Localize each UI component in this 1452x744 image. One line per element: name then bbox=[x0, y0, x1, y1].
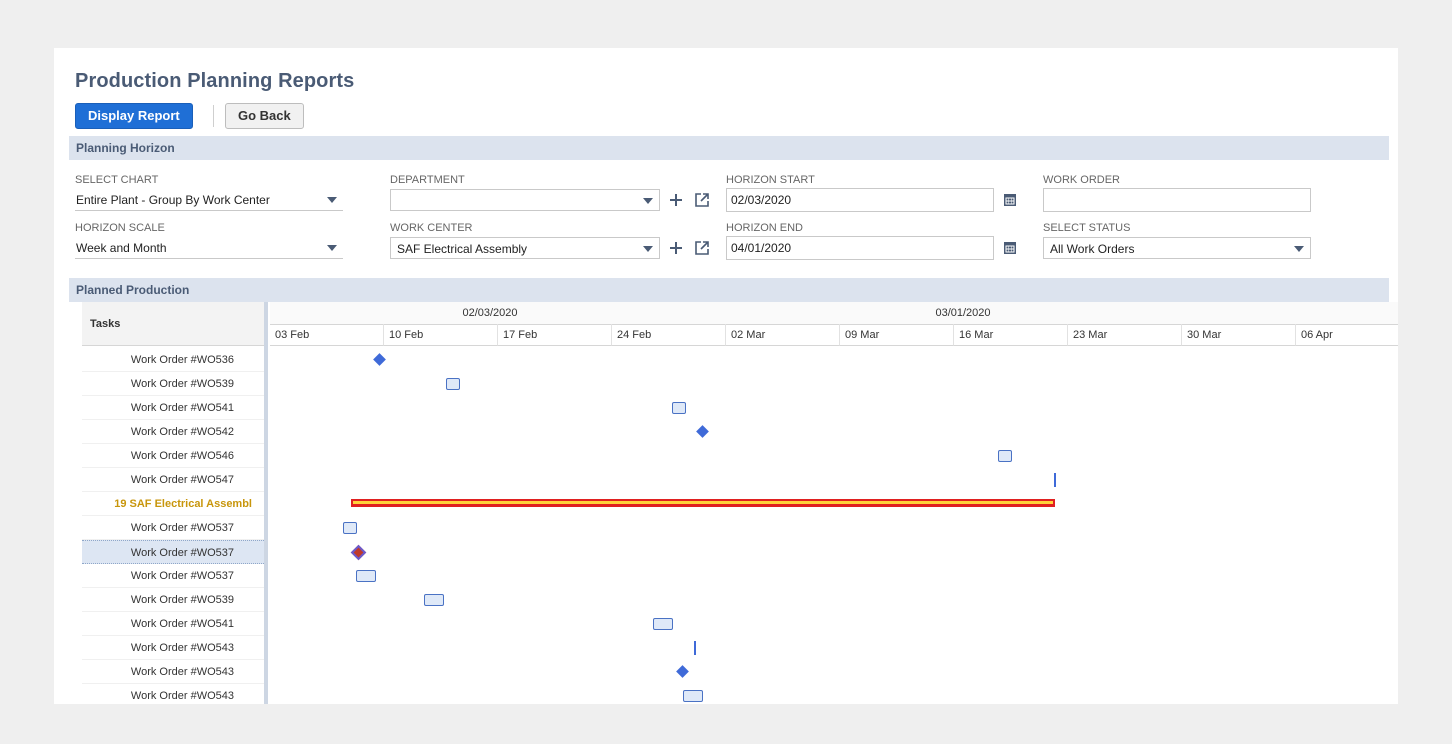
open-external-icon[interactable] bbox=[694, 240, 710, 256]
task-bar[interactable] bbox=[343, 522, 357, 534]
week-header-cell: 02 Mar bbox=[726, 324, 840, 346]
calendar-icon[interactable] bbox=[1004, 242, 1016, 254]
summary-bar[interactable] bbox=[351, 499, 1055, 507]
task-tick[interactable] bbox=[1054, 473, 1056, 487]
planned-production-header[interactable]: Planned Production bbox=[69, 278, 1389, 302]
week-header-cell: 03 Feb bbox=[270, 324, 384, 346]
task-bar[interactable] bbox=[446, 378, 460, 390]
work-center-value: SAF Electrical Assembly bbox=[397, 242, 528, 256]
add-icon[interactable] bbox=[668, 240, 684, 256]
task-row[interactable]: Work Order #WO543 bbox=[82, 660, 264, 684]
task-bar[interactable] bbox=[424, 594, 444, 606]
task-bar[interactable] bbox=[672, 402, 686, 414]
work-order-input[interactable] bbox=[1043, 188, 1311, 212]
task-row[interactable]: Work Order #WO536 bbox=[82, 348, 264, 372]
select-status-dropdown[interactable]: All Work Orders bbox=[1043, 237, 1311, 259]
timeline-body bbox=[270, 347, 1398, 704]
department-label: DEPARTMENT bbox=[390, 174, 465, 186]
milestone-marker[interactable] bbox=[373, 353, 386, 366]
horizon-end-label: HORIZON END bbox=[726, 222, 803, 234]
select-status-label: SELECT STATUS bbox=[1043, 222, 1131, 234]
milestone-marker[interactable] bbox=[696, 425, 709, 438]
task-row[interactable]: Work Order #WO537 bbox=[82, 564, 264, 588]
chevron-down-icon bbox=[1294, 246, 1304, 252]
task-bar[interactable] bbox=[998, 450, 1012, 462]
department-dropdown[interactable] bbox=[390, 189, 660, 211]
task-row[interactable]: Work Order #WO547 bbox=[82, 468, 264, 492]
task-row[interactable]: Work Order #WO539 bbox=[82, 588, 264, 612]
week-header-cell: 09 Mar bbox=[840, 324, 954, 346]
task-bar[interactable] bbox=[356, 570, 376, 582]
report-card: Production Planning Reports Display Repo… bbox=[54, 48, 1398, 704]
timeline-header: 02/03/2020 03/01/2020 03 Feb 10 Feb 17 Feb 24… bbox=[270, 302, 1398, 347]
task-row[interactable]: Work Order #WO541 bbox=[82, 396, 264, 420]
month-header-cell bbox=[1216, 302, 1398, 325]
task-row[interactable]: Work Order #WO537 bbox=[82, 540, 264, 564]
select-chart-dropdown[interactable]: Entire Plant - Group By Work Center bbox=[75, 189, 343, 211]
open-external-icon[interactable] bbox=[694, 192, 710, 208]
milestone-marker[interactable] bbox=[676, 665, 689, 678]
milestone-marker[interactable] bbox=[350, 544, 367, 561]
chevron-down-icon bbox=[643, 246, 653, 252]
task-row[interactable]: Work Order #WO541 bbox=[82, 612, 264, 636]
task-row[interactable]: Work Order #WO537 bbox=[82, 516, 264, 540]
go-back-button[interactable]: Go Back bbox=[225, 103, 304, 129]
task-group-row[interactable]: 19 SAF Electrical Assembl bbox=[82, 492, 264, 516]
week-header-cell: 10 Feb bbox=[384, 324, 498, 346]
week-header-cell: 06 Apr bbox=[1296, 324, 1398, 346]
horizon-scale-label: HORIZON SCALE bbox=[75, 222, 165, 234]
tasks-header: Tasks bbox=[82, 302, 264, 346]
task-bar[interactable] bbox=[653, 618, 673, 630]
task-row[interactable]: Work Order #WO542 bbox=[82, 420, 264, 444]
task-row[interactable]: Work Order #WO543 bbox=[82, 684, 264, 704]
task-row[interactable]: Work Order #WO546 bbox=[82, 444, 264, 468]
horizon-scale-dropdown[interactable]: Week and Month bbox=[75, 237, 343, 259]
week-header-cell: 16 Mar bbox=[954, 324, 1068, 346]
select-chart-label: SELECT CHART bbox=[75, 174, 159, 186]
display-report-button[interactable]: Display Report bbox=[75, 103, 193, 129]
planning-horizon-header[interactable]: Planning Horizon bbox=[69, 136, 1389, 160]
month-header-cell: 03/01/2020 bbox=[710, 302, 1217, 325]
week-header-cell: 17 Feb bbox=[498, 324, 612, 346]
task-tick[interactable] bbox=[694, 641, 696, 655]
chevron-down-icon bbox=[327, 197, 337, 203]
work-center-label: WORK CENTER bbox=[390, 222, 473, 234]
chevron-down-icon bbox=[327, 245, 337, 251]
week-header-cell: 30 Mar bbox=[1182, 324, 1296, 346]
work-center-dropdown[interactable]: SAF Electrical Assembly bbox=[390, 237, 660, 259]
horizon-scale-value: Week and Month bbox=[76, 241, 167, 255]
month-header-cell: 02/03/2020 bbox=[270, 302, 711, 325]
calendar-icon[interactable] bbox=[1004, 194, 1016, 206]
task-row[interactable]: Work Order #WO539 bbox=[82, 372, 264, 396]
toolbar-divider bbox=[213, 105, 214, 127]
week-header-cell: 24 Feb bbox=[612, 324, 726, 346]
select-chart-value: Entire Plant - Group By Work Center bbox=[76, 193, 270, 207]
chevron-down-icon bbox=[643, 198, 653, 204]
week-header-cell: 23 Mar bbox=[1068, 324, 1182, 346]
horizon-end-input[interactable]: 04/01/2020 bbox=[726, 236, 994, 260]
task-bar[interactable] bbox=[683, 690, 703, 702]
task-row[interactable]: Work Order #WO543 bbox=[82, 636, 264, 660]
select-status-value: All Work Orders bbox=[1050, 242, 1135, 256]
task-column: Tasks Work Order #WO536 Work Order #WO539… bbox=[82, 302, 268, 704]
horizon-start-input[interactable]: 02/03/2020 bbox=[726, 188, 994, 212]
page-title: Production Planning Reports bbox=[75, 70, 355, 92]
horizon-start-label: HORIZON START bbox=[726, 174, 815, 186]
add-icon[interactable] bbox=[668, 192, 684, 208]
work-order-label: WORK ORDER bbox=[1043, 174, 1120, 186]
gantt-chart: Tasks Work Order #WO536 Work Order #WO539… bbox=[82, 302, 1398, 704]
